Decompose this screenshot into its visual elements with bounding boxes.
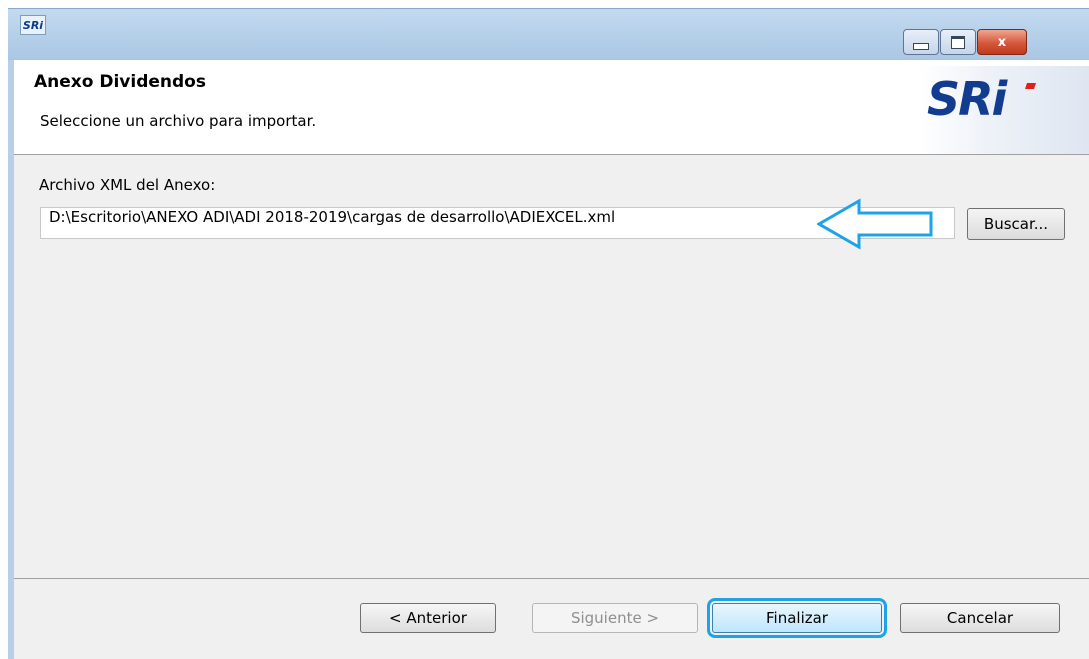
minimize-button[interactable] xyxy=(903,29,939,55)
page-subtitle: Seleccione un archivo para importar. xyxy=(40,112,317,130)
title-bar[interactable]: SRi x xyxy=(8,8,1089,61)
app-icon: SRi xyxy=(20,15,46,35)
minimize-icon xyxy=(913,42,929,50)
file-path-label: Archivo XML del Anexo: xyxy=(39,176,216,194)
maximize-icon xyxy=(951,35,965,49)
left-arrow-annotation-icon xyxy=(817,198,933,250)
wizard-content: Archivo XML del Anexo: D:\Escritorio\ANE… xyxy=(14,155,1089,579)
page-title: Anexo Dividendos xyxy=(34,72,206,92)
finish-button[interactable]: Finalizar xyxy=(707,598,887,638)
close-icon: x xyxy=(997,34,1007,50)
next-button[interactable]: Siguiente > xyxy=(532,603,698,633)
sri-logo: SRi xyxy=(919,66,1089,154)
logo-accent xyxy=(1025,83,1036,89)
cancel-button[interactable]: Cancelar xyxy=(900,603,1060,633)
wizard-header: Anexo Dividendos Seleccione un archivo p… xyxy=(14,60,1089,155)
maximize-button[interactable] xyxy=(940,29,976,55)
logo-text: SRi xyxy=(927,72,1007,126)
previous-button[interactable]: < Anterior xyxy=(360,603,496,633)
browse-button[interactable]: Buscar... xyxy=(967,208,1065,240)
close-button[interactable]: x xyxy=(977,29,1027,55)
wizard-footer: < Anterior Siguiente > Finalizar Cancela… xyxy=(14,579,1089,659)
